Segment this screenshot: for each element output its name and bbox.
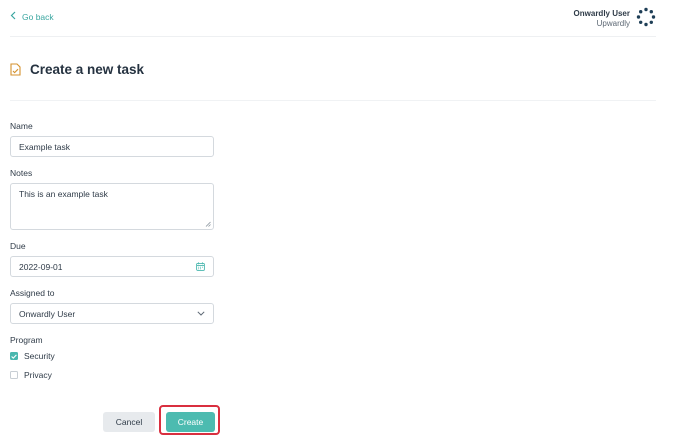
notes-textarea-value: This is an example task bbox=[19, 189, 108, 199]
chevron-left-icon bbox=[10, 11, 16, 22]
resize-handle-icon[interactable] bbox=[205, 221, 211, 227]
program-option-privacy[interactable]: Privacy bbox=[10, 370, 52, 380]
header-divider bbox=[10, 100, 656, 101]
due-date-value: 2022-09-01 bbox=[19, 261, 63, 272]
name-input[interactable]: Example task bbox=[10, 136, 214, 157]
security-checkbox[interactable] bbox=[10, 352, 18, 360]
page-title: Create a new task bbox=[30, 62, 145, 77]
calendar-icon[interactable] bbox=[196, 262, 205, 271]
user-info[interactable]: Onwardly User Upwardly bbox=[574, 9, 630, 29]
task-document-icon bbox=[10, 63, 21, 76]
security-option-label: Security bbox=[24, 351, 55, 361]
go-back-label: Go back bbox=[22, 11, 54, 22]
assigned-to-select[interactable]: Onwardly User bbox=[10, 303, 214, 324]
page-header: Create a new task bbox=[10, 62, 144, 77]
top-bar: Go back Onwardly User Upwardly bbox=[0, 0, 688, 36]
privacy-checkbox[interactable] bbox=[10, 371, 18, 379]
due-label: Due bbox=[10, 241, 26, 251]
user-name: Onwardly User bbox=[573, 9, 630, 18]
notes-label: Notes bbox=[10, 168, 33, 178]
create-button[interactable]: Create bbox=[166, 412, 215, 432]
program-option-security[interactable]: Security bbox=[10, 351, 55, 361]
assigned-to-label: Assigned to bbox=[10, 288, 55, 298]
onwardly-logo-icon[interactable] bbox=[636, 7, 656, 27]
notes-textarea[interactable]: This is an example task bbox=[10, 183, 214, 230]
name-label: Name bbox=[10, 121, 33, 131]
user-org: Upwardly bbox=[596, 19, 630, 28]
check-icon bbox=[11, 354, 17, 359]
cancel-button[interactable]: Cancel bbox=[103, 412, 155, 432]
chevron-down-icon bbox=[197, 311, 205, 316]
program-label: Program bbox=[10, 335, 43, 345]
assigned-to-value: Onwardly User bbox=[19, 308, 76, 319]
name-input-value: Example task bbox=[19, 141, 71, 152]
top-divider bbox=[10, 36, 656, 37]
privacy-option-label: Privacy bbox=[24, 370, 52, 380]
go-back-link[interactable]: Go back bbox=[10, 11, 54, 22]
due-date-input[interactable]: 2022-09-01 bbox=[10, 256, 214, 277]
